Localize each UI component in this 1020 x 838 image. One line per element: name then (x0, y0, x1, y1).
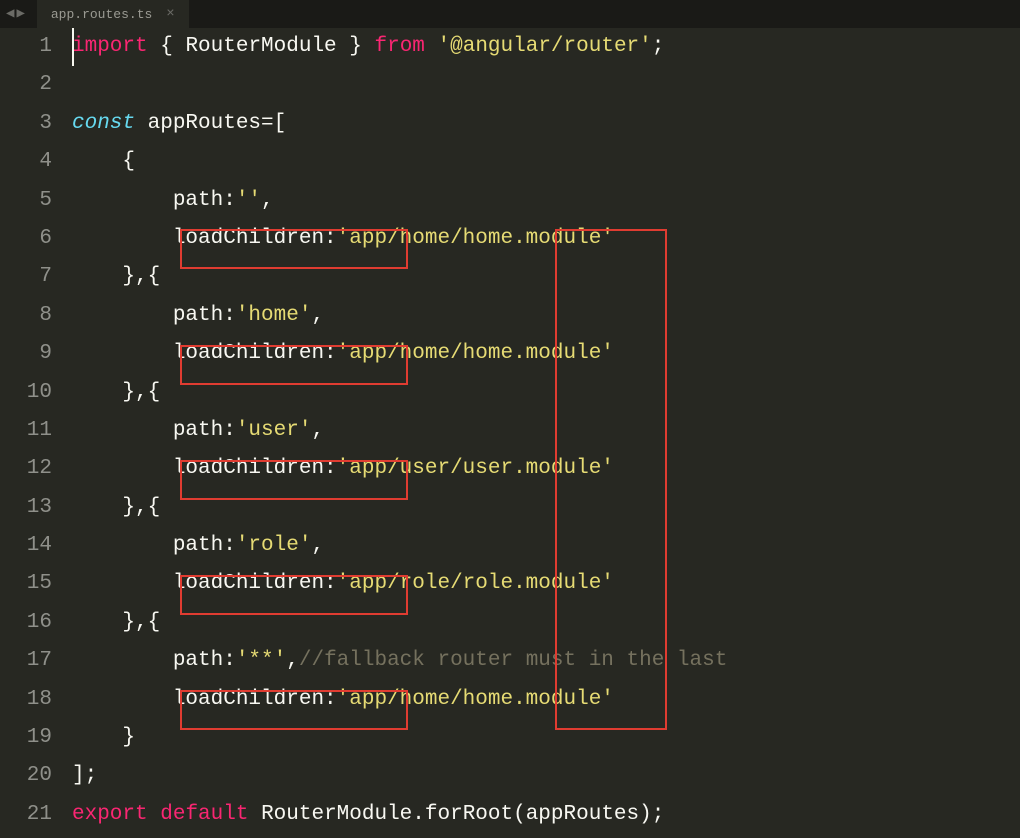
titlebar: ◀ ▶ app.routes.ts × (0, 0, 1020, 28)
line-number: 3 (0, 105, 52, 143)
line-number: 1 (0, 28, 52, 66)
line-number: 9 (0, 335, 52, 373)
code-line: export default RouterModule.forRoot(appR… (72, 796, 1020, 834)
tab-filename: app.routes.ts (51, 7, 152, 22)
code-line (72, 66, 1020, 104)
line-number: 4 (0, 143, 52, 181)
line-number: 12 (0, 450, 52, 488)
code-line: path:'role', (72, 527, 1020, 565)
code-line: loadChildren:'app/user/user.module' (72, 450, 1020, 488)
line-number: 7 (0, 258, 52, 296)
line-number: 13 (0, 489, 52, 527)
code-line: },{ (72, 604, 1020, 642)
line-number: 6 (0, 220, 52, 258)
code-line: import { RouterModule } from '@angular/r… (72, 28, 1020, 66)
code-line: loadChildren:'app/home/home.module' (72, 220, 1020, 258)
line-number: 10 (0, 374, 52, 412)
line-number: 14 (0, 527, 52, 565)
line-number: 18 (0, 681, 52, 719)
nav-arrows: ◀ ▶ (0, 7, 31, 21)
line-number: 11 (0, 412, 52, 450)
line-number: 5 (0, 182, 52, 220)
line-number: 8 (0, 297, 52, 335)
code-line: { (72, 143, 1020, 181)
code-line: ]; (72, 757, 1020, 795)
code-line: },{ (72, 489, 1020, 527)
line-number: 2 (0, 66, 52, 104)
code-line: path:'user', (72, 412, 1020, 450)
code-line: loadChildren:'app/home/home.module' (72, 335, 1020, 373)
code-line: path:'home', (72, 297, 1020, 335)
code-line: const appRoutes=[ (72, 105, 1020, 143)
code-line: } (72, 719, 1020, 757)
line-number: 21 (0, 796, 52, 834)
code-line: path:'', (72, 182, 1020, 220)
caret (72, 28, 74, 66)
line-number: 20 (0, 757, 52, 795)
line-number: 17 (0, 642, 52, 680)
code-line: },{ (72, 258, 1020, 296)
line-number: 16 (0, 604, 52, 642)
code-line: loadChildren:'app/home/home.module' (72, 681, 1020, 719)
code-line: path:'**',//fallback router must in the … (72, 642, 1020, 680)
code-area[interactable]: import { RouterModule } from '@angular/r… (64, 28, 1020, 838)
nav-forward-icon[interactable]: ▶ (16, 7, 24, 21)
code-line: },{ (72, 374, 1020, 412)
line-number: 15 (0, 565, 52, 603)
nav-back-icon[interactable]: ◀ (6, 7, 14, 21)
code-line: loadChildren:'app/role/role.module' (72, 565, 1020, 603)
tab-close-icon[interactable]: × (166, 6, 174, 22)
editor[interactable]: 123456789101112131415161718192021 import… (0, 28, 1020, 838)
gutter: 123456789101112131415161718192021 (0, 28, 64, 838)
line-number: 19 (0, 719, 52, 757)
file-tab[interactable]: app.routes.ts × (37, 0, 189, 28)
